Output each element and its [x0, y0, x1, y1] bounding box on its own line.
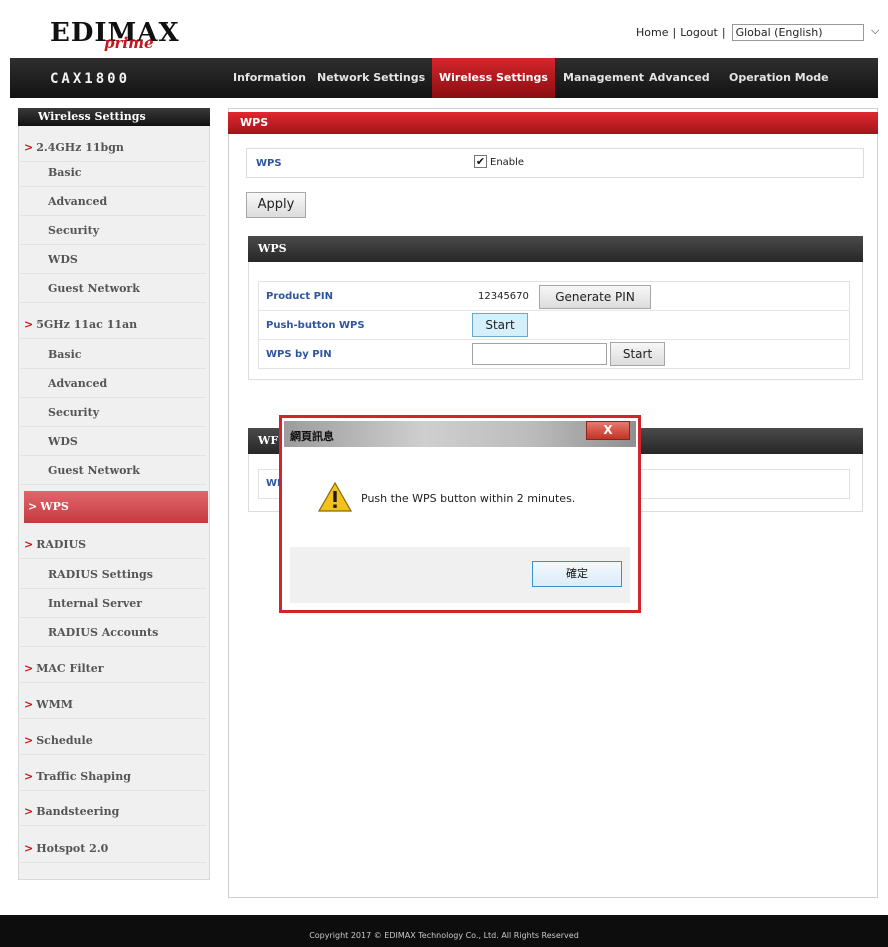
tab-network-settings[interactable]: Network Settings [310, 58, 432, 98]
sidebar-item-label: 2.4GHz 11bgn [36, 141, 124, 154]
push-button-start-button[interactable]: Start [472, 313, 528, 337]
sidebar-item-label: Hotspot 2.0 [36, 842, 109, 855]
chevron-right-icon: > [24, 842, 34, 855]
product-pin-label: Product PIN [266, 291, 334, 302]
sidebar-item-label: WPS [40, 500, 69, 513]
sidebar-item-wmm[interactable]: > WMM [20, 690, 206, 719]
sidebar-item-radius[interactable]: > RADIUS [20, 530, 206, 559]
generate-pin-button[interactable]: Generate PIN [539, 285, 651, 309]
sidebar-item-mac-filter[interactable]: > MAC Filter [20, 654, 206, 683]
chevron-right-icon: > [24, 698, 34, 711]
sidebar-item-label: WDS [48, 253, 78, 266]
wps-pin-input[interactable] [472, 343, 607, 365]
sidebar-item-label: Security [48, 406, 100, 419]
sidebar-item-advanced[interactable]: Advanced [20, 187, 206, 216]
sidebar-item-label: Advanced [48, 195, 108, 208]
warning-icon [317, 481, 353, 516]
chevron-right-icon: > [24, 318, 34, 331]
apply-button[interactable]: Apply [246, 192, 306, 218]
chevron-right-icon: > [24, 662, 34, 675]
wps-enable-row [246, 148, 864, 178]
sidebar-item-radius-settings[interactable]: RADIUS Settings [20, 560, 206, 589]
sidebar-item-label: Guest Network [48, 282, 140, 295]
dialog-ok-button[interactable]: 確定 [532, 561, 622, 587]
sidebar-item-label: 5GHz 11ac 11an [36, 318, 138, 331]
sidebar-item-hotspot-2-0[interactable]: > Hotspot 2.0 [20, 834, 206, 863]
language-select[interactable]: Global (English) [731, 24, 864, 41]
chevron-right-icon: > [24, 770, 34, 783]
sidebar-item-label: Basic [48, 166, 82, 179]
top-links: Home | Logout | Global (English) [636, 24, 864, 41]
separator: | [672, 26, 677, 39]
separator: | [721, 26, 726, 39]
row-divider [258, 339, 850, 340]
row-divider [258, 310, 850, 311]
sidebar-item-label: Guest Network [48, 464, 140, 477]
sidebar-item-label: Advanced [48, 377, 108, 390]
sidebar-item-label: Internal Server [48, 597, 143, 610]
sidebar-item-label: RADIUS Accounts [48, 626, 159, 639]
chevron-right-icon: > [24, 141, 34, 154]
chevron-right-icon: > [24, 805, 34, 818]
sidebar-item-label: MAC Filter [36, 662, 104, 675]
chevron-right-icon: > [28, 500, 38, 513]
sidebar-item-label: Traffic Shaping [36, 770, 131, 783]
sidebar-item-radius-accounts[interactable]: RADIUS Accounts [20, 618, 206, 647]
sidebar-item-basic[interactable]: Basic [20, 340, 206, 369]
sidebar-item-label: RADIUS Settings [48, 568, 153, 581]
tab-information[interactable]: Information [226, 58, 313, 98]
wps-by-pin-label: WPS by PIN [266, 349, 332, 360]
sidebar-item-label: Schedule [36, 734, 93, 747]
copyright-text: Copyright 2017 © EDIMAX Technology Co., … [309, 931, 579, 940]
model-name: CAX1800 [50, 71, 131, 87]
sidebar-item-bandsteering[interactable]: > Bandsteering [20, 797, 206, 826]
sidebar-item-security[interactable]: Security [20, 398, 206, 427]
tab-operation-mode[interactable]: Operation Mode [722, 58, 836, 98]
dialog-titlebar [284, 421, 636, 447]
sidebar-item-label: Bandsteering [36, 805, 120, 818]
push-button-wps-label: Push-button WPS [266, 320, 365, 331]
sidebar-item-traffic-shaping[interactable]: > Traffic Shaping [20, 762, 206, 791]
sidebar-item-wds[interactable]: WDS [20, 427, 206, 456]
sidebar-item-label: Basic [48, 348, 82, 361]
logout-link[interactable]: Logout [680, 26, 718, 39]
sidebar-item-label: Security [48, 224, 100, 237]
sidebar-item-wds[interactable]: WDS [20, 245, 206, 274]
chevron-right-icon: > [24, 538, 34, 551]
dialog-title: 網頁訊息 [290, 430, 334, 443]
sidebar-item-internal-server[interactable]: Internal Server [20, 589, 206, 618]
tab-wireless-settings[interactable]: Wireless Settings [432, 58, 555, 98]
product-pin-value: 12345670 [478, 291, 529, 302]
prime-logo: prime [104, 34, 154, 52]
sidebar-item-schedule[interactable]: > Schedule [20, 726, 206, 755]
sidebar-item-basic[interactable]: Basic [20, 158, 206, 187]
tab-management[interactable]: Management [556, 58, 651, 98]
home-link[interactable]: Home [636, 26, 668, 39]
dialog-message: Push the WPS button within 2 minutes. [361, 492, 576, 505]
sidebar-item-label: RADIUS [36, 538, 87, 551]
dialog-close-button[interactable]: X [586, 421, 630, 440]
tab-advanced[interactable]: Advanced [642, 58, 717, 98]
wps-section-title: WPS [248, 236, 863, 262]
chevron-right-icon: > [24, 734, 34, 747]
sidebar-item-advanced[interactable]: Advanced [20, 369, 206, 398]
wps-enable-checkbox[interactable]: ✔ [474, 155, 487, 168]
chevron-down-icon[interactable]: ⌵ [871, 24, 879, 38]
sidebar-item-guest-network[interactable]: Guest Network [20, 456, 206, 485]
sidebar-item-label: WMM [36, 698, 73, 711]
page-title: WPS [228, 112, 878, 134]
wps-pin-start-button[interactable]: Start [610, 342, 665, 366]
wps-enable-label: Enable [490, 157, 525, 168]
sidebar-item-guest-network[interactable]: Guest Network [20, 274, 206, 303]
sidebar-item-5ghz-11ac-11an[interactable]: >5GHz 11ac 11an [20, 310, 206, 339]
sidebar-item-label: WDS [48, 435, 78, 448]
sidebar-item-wps[interactable]: > WPS [24, 491, 208, 523]
sidebar-item-security[interactable]: Security [20, 216, 206, 245]
sidebar-title: Wireless Settings [18, 108, 210, 126]
wps-label: WPS [256, 158, 282, 169]
